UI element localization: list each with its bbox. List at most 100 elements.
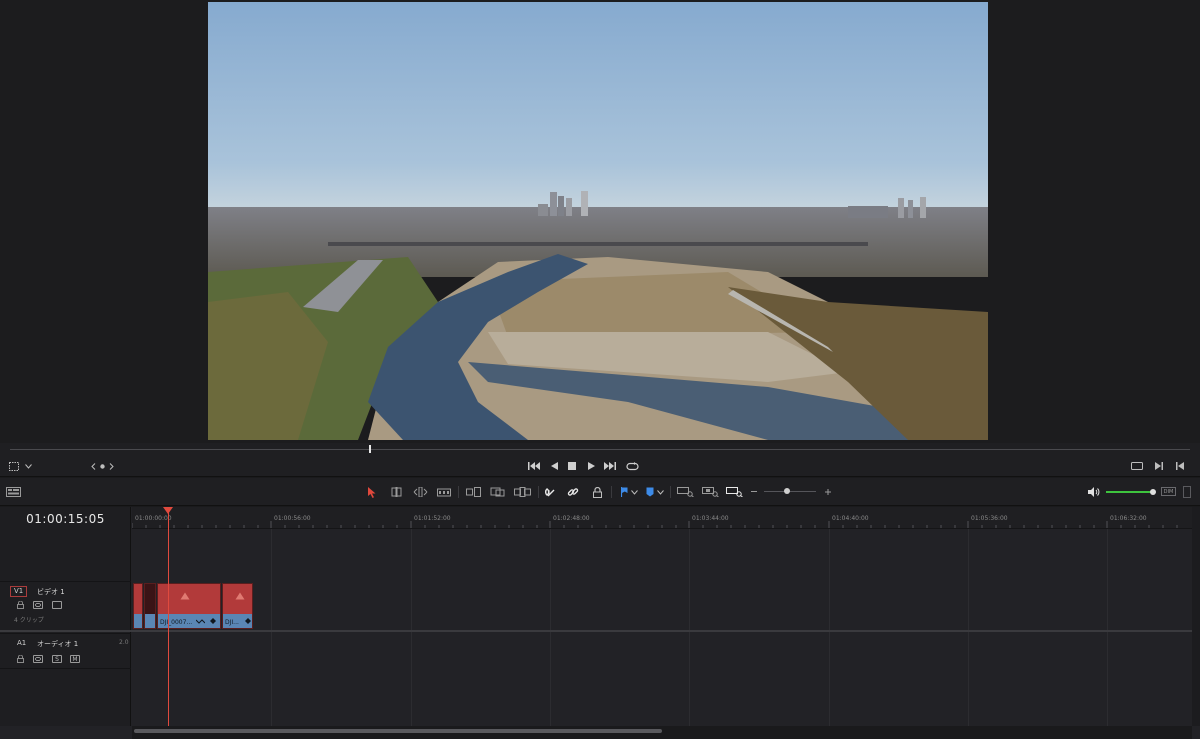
scrubber-track xyxy=(10,449,1190,450)
viewer-scrubber[interactable] xyxy=(0,443,1200,455)
selection-tool-icon[interactable] xyxy=(366,485,378,499)
next-frame-icon[interactable] xyxy=(1153,460,1165,472)
volume-slider-handle[interactable] xyxy=(1150,489,1156,495)
horizontal-scrollbar-thumb[interactable] xyxy=(134,729,662,733)
toolbar-separator xyxy=(458,486,459,498)
blade-tool-icon[interactable] xyxy=(436,485,452,499)
audio-channel-format: 2.0 xyxy=(119,639,129,646)
flag-icon[interactable] xyxy=(618,485,630,499)
video-clip[interactable] xyxy=(133,583,143,629)
track-id-a1[interactable]: A1 xyxy=(13,638,30,649)
timeline-toolbar: DIM xyxy=(0,478,1200,506)
clip-name: DJI_0007... xyxy=(160,619,193,626)
zoom-in-icon[interactable] xyxy=(823,485,833,499)
editor-window: DIM 01:00:15:05 V1 ビデオ 1 4 クリップ A1 オーディオ… xyxy=(0,0,1200,739)
clip-name-bar xyxy=(145,614,155,628)
timeline-ruler[interactable]: 01:00:00:00 01:00:56:00 01:01:52:00 01:0… xyxy=(132,507,1192,529)
play-icon[interactable] xyxy=(585,460,597,472)
zoom-slider-handle[interactable] xyxy=(784,488,790,494)
track-header-column: 01:00:15:05 V1 ビデオ 1 4 クリップ A1 オーディオ 1 2… xyxy=(0,507,131,726)
warning-icon xyxy=(235,592,245,600)
auto-track-select-icon[interactable] xyxy=(33,601,43,609)
track-id-v1[interactable]: V1 xyxy=(10,586,28,597)
video-clip[interactable]: DJI... xyxy=(222,583,253,629)
snapping-magnet-icon[interactable] xyxy=(543,485,557,499)
chevron-left-icon[interactable] xyxy=(89,460,97,472)
audio-track-name[interactable]: オーディオ 1 xyxy=(37,639,78,649)
video-clip[interactable]: DJI_0007... xyxy=(157,583,221,629)
dim-button[interactable]: DIM xyxy=(1161,487,1176,496)
chevron-down-icon[interactable] xyxy=(656,485,664,499)
scrubber-handle[interactable] xyxy=(369,445,371,453)
vertical-scrollbar[interactable] xyxy=(1192,507,1200,726)
ruler-label: 01:03:44:00 xyxy=(692,515,729,522)
grid-line xyxy=(829,529,830,726)
marker-icon[interactable] xyxy=(644,485,656,499)
timeline-panel: 01:00:15:05 V1 ビデオ 1 4 クリップ A1 オーディオ 1 2… xyxy=(0,507,1200,739)
viewer-frame[interactable] xyxy=(208,2,988,440)
ruler-label: 01:01:52:00 xyxy=(414,515,451,522)
mute-button[interactable]: M xyxy=(70,655,80,663)
transport-bar xyxy=(0,455,1200,477)
viewer-options-icon[interactable] xyxy=(8,460,20,472)
chevron-down-icon[interactable] xyxy=(630,485,638,499)
audio-track-header[interactable]: A1 オーディオ 1 2.0 S M xyxy=(0,633,131,669)
solo-button[interactable]: S xyxy=(52,655,62,663)
clip-count: 4 クリップ xyxy=(14,617,44,624)
stop-icon[interactable] xyxy=(566,460,578,472)
track-separator xyxy=(0,630,1192,632)
toolbar-separator xyxy=(670,486,671,498)
zoom-out-icon[interactable] xyxy=(749,485,759,499)
prev-frame-icon[interactable] xyxy=(1174,460,1186,472)
chevron-right-icon[interactable] xyxy=(107,460,115,472)
play-reverse-icon[interactable] xyxy=(548,460,560,472)
speaker-icon[interactable] xyxy=(1087,485,1101,499)
video-track-name[interactable]: ビデオ 1 xyxy=(37,587,65,597)
speed-change-icon xyxy=(196,619,205,624)
insert-clip-icon[interactable] xyxy=(465,485,481,499)
disable-track-icon[interactable] xyxy=(52,601,62,609)
timeline-timecode[interactable]: 01:00:15:05 xyxy=(0,512,131,526)
track-lock-icon[interactable] xyxy=(15,654,25,664)
ruler-label: 01:00:00:00 xyxy=(135,515,172,522)
grid-line xyxy=(271,529,272,726)
clip-name-bar xyxy=(134,614,142,628)
zoom-slider-track[interactable] xyxy=(764,491,816,492)
toolbar-separator xyxy=(611,486,612,498)
lock-icon[interactable] xyxy=(590,485,604,499)
dot-icon[interactable] xyxy=(98,460,106,472)
chevron-down-icon[interactable] xyxy=(24,460,32,472)
video-track-header[interactable]: V1 ビデオ 1 4 クリップ xyxy=(0,581,131,631)
detail-zoom-icon[interactable] xyxy=(701,485,719,499)
loop-icon[interactable] xyxy=(625,460,639,472)
ruler-label: 01:00:56:00 xyxy=(274,515,311,522)
volume-slider-fill[interactable] xyxy=(1106,491,1152,493)
track-lock-icon[interactable] xyxy=(15,600,25,610)
clip-name: DJI... xyxy=(225,619,239,626)
grid-line xyxy=(411,529,412,726)
toolbar-separator xyxy=(538,486,539,498)
auto-track-select-icon[interactable] xyxy=(33,655,43,663)
link-icon[interactable] xyxy=(566,485,580,499)
ruler-label: 01:05:36:00 xyxy=(971,515,1008,522)
viewer-panel xyxy=(0,0,1200,443)
ruler-label: 01:02:48:00 xyxy=(553,515,590,522)
overwrite-clip-icon[interactable] xyxy=(489,485,505,499)
go-to-end-icon[interactable] xyxy=(603,460,617,472)
custom-zoom-icon[interactable] xyxy=(725,485,743,499)
timeline-grid[interactable] xyxy=(132,529,1192,726)
ruler-label: 01:04:40:00 xyxy=(832,515,869,522)
timeline-view-options-icon[interactable] xyxy=(5,485,21,499)
go-to-start-icon[interactable] xyxy=(527,460,541,472)
horizontal-scrollbar[interactable] xyxy=(132,726,1192,739)
dynamic-trim-icon[interactable] xyxy=(412,485,428,499)
replace-clip-icon[interactable] xyxy=(513,485,531,499)
video-clip[interactable] xyxy=(144,583,156,629)
playhead-line[interactable] xyxy=(168,507,169,726)
audio-meter xyxy=(1183,486,1191,498)
match-frame-icon[interactable] xyxy=(1130,460,1144,472)
full-extent-zoom-icon[interactable] xyxy=(676,485,694,499)
trim-tool-icon[interactable] xyxy=(388,485,404,499)
grid-line xyxy=(1107,529,1108,726)
keyframe-icon xyxy=(210,618,216,624)
